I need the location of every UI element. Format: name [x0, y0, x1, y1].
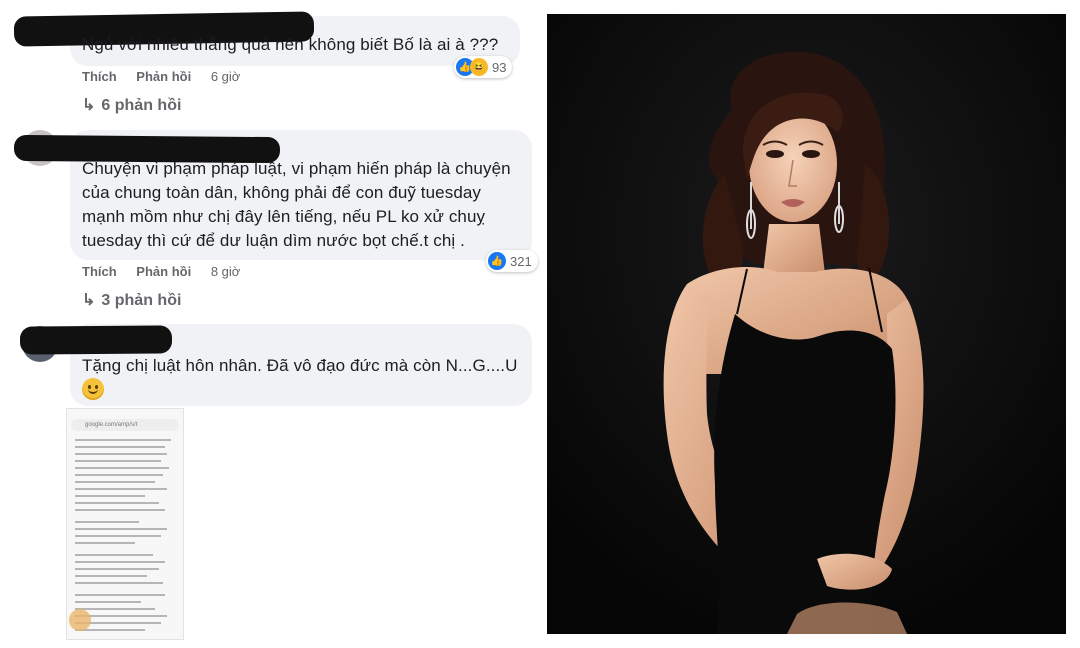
haha-icon: 😆 [470, 58, 488, 76]
doc-text-line [75, 453, 167, 455]
reaction-count: 93 [492, 59, 507, 75]
doc-text-line [75, 561, 165, 563]
doc-text-line [75, 439, 171, 441]
doc-text-line [75, 502, 159, 504]
doc-text-line [75, 446, 165, 448]
comment-actions: Thích Phản hồi 8 giờ [82, 264, 240, 279]
doc-text-line [75, 601, 141, 603]
doc-text-line [75, 535, 161, 537]
doc-text-line [75, 488, 167, 490]
doc-text-line [75, 575, 147, 577]
doc-text-line [75, 495, 145, 497]
comment-text: Ngủ với nhiều thằng quá nên không biết B… [82, 35, 499, 54]
doc-text-line [75, 542, 135, 544]
doc-text-line [75, 521, 139, 523]
like-link[interactable]: Thích [82, 264, 117, 279]
reply-arrow-icon: ↳ [82, 292, 96, 309]
replies-count-label: 6 phản hồi [101, 97, 182, 114]
reaction-count: 321 [510, 253, 532, 269]
doc-text-line [75, 568, 159, 570]
comment-text-line: tuesday thì cứ để dư luận dìm nước bọt c… [82, 231, 465, 250]
comment-text-line: của chung toàn dân, không phải để con đu… [82, 183, 482, 202]
reaction-summary[interactable]: 👍 321 [486, 250, 538, 272]
comment-time[interactable]: 8 giờ [211, 264, 241, 279]
like-link[interactable]: Thích [82, 69, 117, 84]
reaction-summary[interactable]: 👍 😆 93 [454, 56, 513, 78]
view-replies-link[interactable]: ↳ 6 phản hồi [82, 95, 181, 115]
comment-text-line: Chuyện vi phạm pháp luật, vi phạm hiến p… [82, 159, 511, 178]
comment-time[interactable]: 6 giờ [211, 69, 241, 84]
comment-actions: Thích Phản hồi 6 giờ [82, 69, 240, 84]
doc-text-line [75, 460, 161, 462]
comment-text: Tặng chị luật hôn nhân. Đã vô đạo đức mà… [82, 356, 518, 375]
doc-text-line [75, 474, 163, 476]
woman-portrait-illustration [547, 14, 1066, 634]
doc-text-line [75, 467, 169, 469]
view-replies-link[interactable]: ↳ 3 phản hồi [82, 290, 181, 310]
stamp-icon [69, 609, 91, 631]
reply-link[interactable]: Phản hồi [136, 69, 191, 84]
doc-text-line [75, 594, 165, 596]
reply-arrow-icon: ↳ [82, 97, 96, 114]
reply-link[interactable]: Phản hồi [136, 264, 191, 279]
smiling-face-icon [82, 378, 104, 400]
doc-text-line [75, 608, 155, 610]
attached-screenshot[interactable]: google.com/amp/s/t [66, 408, 184, 640]
doc-text-line [75, 528, 167, 530]
doc-text-line [75, 509, 165, 511]
like-icon: 👍 [488, 252, 506, 270]
comments-panel: Ngủ với nhiều thằng quá nên không biết B… [0, 0, 540, 648]
redaction-bar [19, 325, 173, 355]
doc-text-line [75, 554, 153, 556]
doc-text-line [75, 481, 155, 483]
comment-text-line: mạnh mồm như chị đây lên tiếng, nếu PL k… [82, 207, 486, 226]
portrait-photo [547, 14, 1066, 634]
url-bar: google.com/amp/s/t [71, 419, 179, 431]
doc-text-line [75, 582, 163, 584]
replies-count-label: 3 phản hồi [101, 292, 182, 309]
